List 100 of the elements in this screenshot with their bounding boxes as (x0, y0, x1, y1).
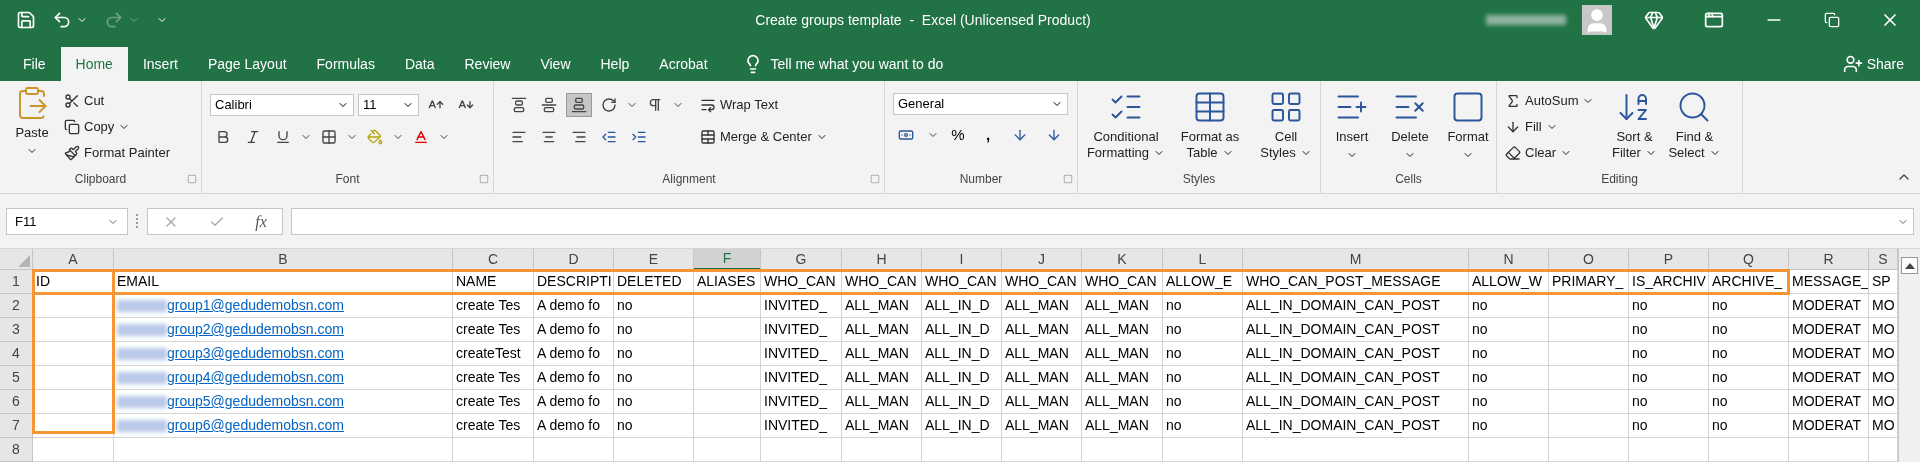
table-cell-text: ALL_IN_D (925, 296, 990, 315)
row-header[interactable]: 1 (0, 270, 33, 294)
name-box[interactable]: F11 (6, 208, 128, 235)
email-link[interactable]: group4@gedudemobsn.com (167, 367, 344, 388)
table-cell-text: ALL_MAN (1085, 344, 1149, 363)
cells-button[interactable]: Insert (1325, 89, 1379, 169)
table-cell-text: no (1632, 344, 1648, 363)
number-format-field[interactable]: General (893, 93, 1068, 115)
clear-button[interactable]: Clear (1501, 141, 1599, 165)
column-header[interactable]: H (842, 249, 922, 270)
table-cell-text: ALL_MAN (1005, 296, 1069, 315)
cut-button[interactable]: Cut (60, 89, 174, 113)
row-header[interactable]: 2 (0, 294, 33, 318)
table-cell-text: no (1472, 392, 1488, 411)
table-cell-text: INVITED_ (764, 296, 827, 315)
column-header[interactable]: M (1243, 249, 1469, 270)
styles-button[interactable]: Conditional Formatting (1082, 89, 1170, 169)
email-link[interactable]: group2@gedudemobsn.com (167, 319, 344, 340)
ribbon-tab[interactable]: Acrobat (644, 47, 723, 81)
table-cell-text: ALL_MAN (845, 416, 909, 435)
ribbon-tab[interactable]: File (8, 47, 61, 81)
column-header[interactable]: F (694, 249, 761, 270)
table-cell-text: MODERAT (1792, 344, 1861, 363)
wrap-text-button[interactable]: Wrap Text (696, 93, 832, 117)
ribbon-tab[interactable]: Insert (127, 47, 193, 81)
table-cell-text: ALL_MAN (1005, 320, 1069, 339)
table-cell-text: ALL_IN_D (925, 344, 990, 363)
column-header[interactable]: K (1082, 249, 1163, 270)
group-label: Styles (1182, 171, 1216, 188)
ribbon-tab[interactable]: Formulas (301, 47, 390, 81)
row-header[interactable]: 3 (0, 318, 33, 342)
email-link[interactable]: group6@gedudemobsn.com (167, 415, 344, 436)
tell-me-search[interactable]: Tell me what you want to do (770, 53, 944, 75)
group-label: Number (959, 171, 1003, 188)
ribbon-tab[interactable]: Review (449, 47, 526, 81)
format-painter-button[interactable]: Format Painter (60, 141, 174, 165)
column-header[interactable]: Q (1709, 249, 1789, 270)
column-header[interactable]: C (453, 249, 534, 270)
column-header[interactable]: O (1549, 249, 1629, 270)
ribbon-tab[interactable]: Home (60, 47, 128, 81)
column-header[interactable]: B (114, 249, 453, 270)
table-cell-text: create Tes (456, 296, 521, 315)
table-cell-text: no (617, 416, 633, 435)
column-header[interactable]: A (33, 249, 114, 270)
styles-button[interactable]: Cell Styles (1250, 89, 1322, 169)
ribbon-tab[interactable]: Help (585, 47, 645, 81)
column-header[interactable]: J (1002, 249, 1082, 270)
column-header[interactable]: L (1163, 249, 1243, 270)
header-cell-text: WHO_CAN (925, 272, 997, 291)
table-cell-text: A demo fo (537, 320, 601, 339)
table-cell-text: MO (1872, 320, 1895, 339)
column-header[interactable]: I (922, 249, 1002, 270)
paste-button[interactable]: Paste (4, 85, 60, 169)
percent-button[interactable]: % (947, 123, 969, 147)
ribbon-tab[interactable]: View (525, 47, 586, 81)
header-cell-text: SP (1872, 272, 1891, 291)
ribbon-tab[interactable]: Page Layout (192, 47, 302, 81)
column-header[interactable]: P (1629, 249, 1709, 270)
fill-button[interactable]: Fill (1501, 115, 1599, 139)
row-header[interactable]: 6 (0, 390, 33, 414)
comma-button[interactable]: , (977, 123, 999, 147)
column-header[interactable]: N (1469, 249, 1549, 270)
row-header[interactable]: 8 (0, 438, 33, 462)
table-cell-text: no (1712, 368, 1728, 387)
row-header[interactable]: 5 (0, 366, 33, 390)
ribbon-tab[interactable]: Data (389, 47, 450, 81)
row-header[interactable]: 7 (0, 414, 33, 438)
table-cell-text: ALL_MAN (845, 392, 909, 411)
header-cell-text: ALLOW_E (1166, 272, 1233, 291)
cells-button[interactable]: Delete (1383, 89, 1437, 169)
styles-button[interactable]: Format as Table (1174, 89, 1246, 169)
copy-button[interactable]: Copy (60, 115, 174, 139)
header-cell-text: WHO_CAN (1085, 272, 1157, 291)
table-cell-text: no (1472, 368, 1488, 387)
table-cell-text: no (1166, 296, 1182, 315)
table-cell-text: no (1632, 416, 1648, 435)
merge-center-button[interactable]: Merge & Center (696, 125, 832, 149)
table-cell-text: no (1166, 368, 1182, 387)
find-select-button[interactable]: Find & Select (1666, 89, 1723, 169)
share-button[interactable]: Share (1842, 47, 1920, 81)
column-header[interactable]: D (534, 249, 614, 270)
email-link[interactable]: group3@gedudemobsn.com (167, 343, 344, 364)
email-link[interactable]: group5@gedudemobsn.com (167, 391, 344, 412)
table-cell-text: no (1632, 296, 1648, 315)
font-name-field[interactable]: Calibri (210, 94, 354, 116)
font-size-field[interactable]: 11 (358, 94, 419, 116)
header-cell-text: NAME (456, 272, 497, 291)
header-cell-text: DELETED (617, 272, 682, 291)
insert-function-button[interactable]: fx (255, 209, 267, 234)
table-cell-text: no (1166, 320, 1182, 339)
cells-button[interactable]: Format (1441, 89, 1495, 169)
sort-filter-button[interactable]: Sort & Filter (1606, 89, 1663, 169)
column-header[interactable]: R (1789, 249, 1869, 270)
autosum-button[interactable]: AutoSum (1501, 89, 1599, 113)
table-cell-text: ALL_MAN (1085, 392, 1149, 411)
header-cell-text: DESCRIPTI (537, 272, 612, 291)
row-header[interactable]: 4 (0, 342, 33, 366)
email-link[interactable]: group1@gedudemobsn.com (167, 295, 344, 316)
table-cell-text: INVITED_ (764, 392, 827, 411)
column-header[interactable]: G (761, 249, 842, 270)
